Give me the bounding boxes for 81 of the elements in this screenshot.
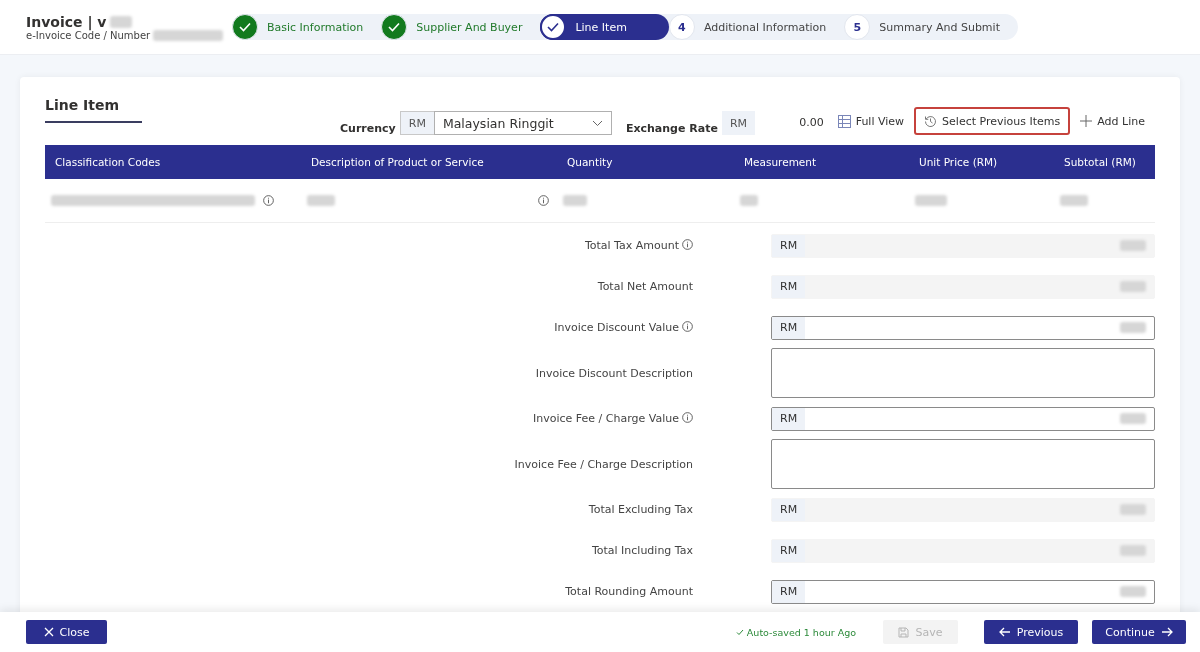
add-line-button[interactable]: Add Line bbox=[1070, 107, 1155, 135]
redacted-text bbox=[1120, 586, 1146, 597]
info-icon bbox=[263, 195, 274, 206]
redacted-text bbox=[1120, 240, 1146, 251]
exchange-rate-value: 0.00 bbox=[799, 116, 824, 129]
invoice-code-label: e-Invoice Code / Number bbox=[26, 29, 151, 41]
field-label: Invoice Fee / Charge Value bbox=[533, 412, 679, 425]
redacted-text bbox=[307, 195, 335, 206]
close-button[interactable]: Close bbox=[26, 620, 107, 644]
check-icon bbox=[388, 22, 401, 32]
field-label: Invoice Fee / Charge Description bbox=[514, 457, 693, 471]
redacted-text bbox=[1120, 504, 1146, 515]
redacted-text bbox=[563, 195, 587, 206]
redacted-text bbox=[740, 195, 758, 206]
column-header: Classification Codes bbox=[55, 156, 162, 168]
redacted-text bbox=[153, 29, 224, 41]
field-label: Total Including Tax bbox=[591, 544, 693, 557]
currency-label: Currency bbox=[340, 122, 396, 135]
redacted-text bbox=[1120, 413, 1146, 424]
arrow-right-icon bbox=[1160, 627, 1173, 637]
text-area[interactable] bbox=[771, 348, 1155, 398]
check-icon bbox=[239, 22, 251, 32]
redacted-text bbox=[109, 15, 132, 28]
history-icon bbox=[924, 114, 938, 128]
column-header: Description of Product or Service bbox=[311, 156, 485, 168]
column-header: Unit Price (RM) bbox=[919, 156, 999, 168]
save-icon bbox=[898, 626, 910, 638]
full-view-button[interactable]: Full View bbox=[827, 107, 915, 135]
field-label: Invoice Discount Value bbox=[554, 321, 679, 334]
currency-prefix: RM bbox=[772, 407, 806, 430]
grid-icon bbox=[837, 114, 851, 128]
currency-prefix: RM bbox=[772, 580, 806, 603]
wizard-step[interactable]: Line Item bbox=[540, 14, 669, 40]
field-label: Total Excluding Tax bbox=[588, 503, 693, 516]
text-area[interactable] bbox=[771, 439, 1155, 489]
currency-prefix: RM bbox=[399, 111, 434, 135]
currency-prefix: RM bbox=[772, 234, 806, 257]
info-icon bbox=[682, 412, 693, 423]
plus-icon bbox=[1080, 115, 1093, 127]
redacted-text bbox=[1120, 322, 1146, 333]
step-number: 4 bbox=[678, 20, 686, 34]
redacted-text bbox=[1120, 545, 1146, 556]
exchange-rate-label: Exchange Rate bbox=[625, 122, 718, 135]
redacted-text bbox=[1060, 195, 1088, 206]
info-icon bbox=[538, 195, 549, 206]
field-label: Total Tax Amount bbox=[584, 239, 679, 252]
step-number: 5 bbox=[853, 20, 862, 34]
currency-prefix: RM bbox=[772, 316, 806, 339]
chevron-down-icon bbox=[591, 119, 603, 127]
continue-button[interactable]: Continue bbox=[1092, 620, 1186, 644]
column-header: Subtotal (RM) bbox=[1064, 156, 1137, 168]
input-field[interactable]: RM bbox=[771, 406, 1155, 431]
redacted-text bbox=[1120, 281, 1146, 292]
exchange-rate-prefix: RM bbox=[721, 111, 756, 135]
select-previous-items-button[interactable]: Select Previous Items bbox=[914, 107, 1071, 135]
check-icon bbox=[547, 22, 560, 32]
redacted-text bbox=[915, 195, 947, 206]
invoice-title: Invoice | v bbox=[26, 13, 107, 30]
arrow-left-icon bbox=[998, 627, 1011, 637]
wizard-step[interactable]: 4 Additional Information bbox=[668, 14, 845, 40]
wizard-step[interactable]: Basic Information bbox=[232, 14, 382, 40]
field-label: Total Net Amount bbox=[597, 280, 693, 293]
currency-select[interactable]: Malaysian Ringgit bbox=[433, 111, 612, 135]
previous-button[interactable]: Previous bbox=[984, 620, 1078, 644]
info-icon bbox=[682, 321, 693, 332]
close-icon bbox=[43, 627, 54, 637]
field-label: Total Rounding Amount bbox=[565, 585, 693, 598]
field-label: Invoice Discount Description bbox=[535, 366, 693, 380]
currency-prefix: RM bbox=[772, 275, 806, 298]
wizard-step[interactable]: Supplier And Buyer bbox=[381, 14, 541, 40]
check-icon bbox=[735, 628, 744, 636]
column-header: Measurement bbox=[744, 156, 818, 168]
input-field[interactable]: RM bbox=[771, 315, 1155, 340]
info-icon bbox=[682, 239, 693, 250]
currency-prefix: RM bbox=[772, 539, 806, 562]
wizard-step[interactable]: 5 Summary And Submit bbox=[844, 14, 1018, 40]
input-field[interactable]: RM bbox=[771, 579, 1155, 604]
autosave-status: Auto-saved 1 hour Ago bbox=[735, 626, 856, 638]
section-tab[interactable]: Line Item bbox=[45, 97, 142, 123]
currency-prefix: RM bbox=[772, 498, 806, 521]
column-header: Quantity bbox=[567, 156, 614, 168]
